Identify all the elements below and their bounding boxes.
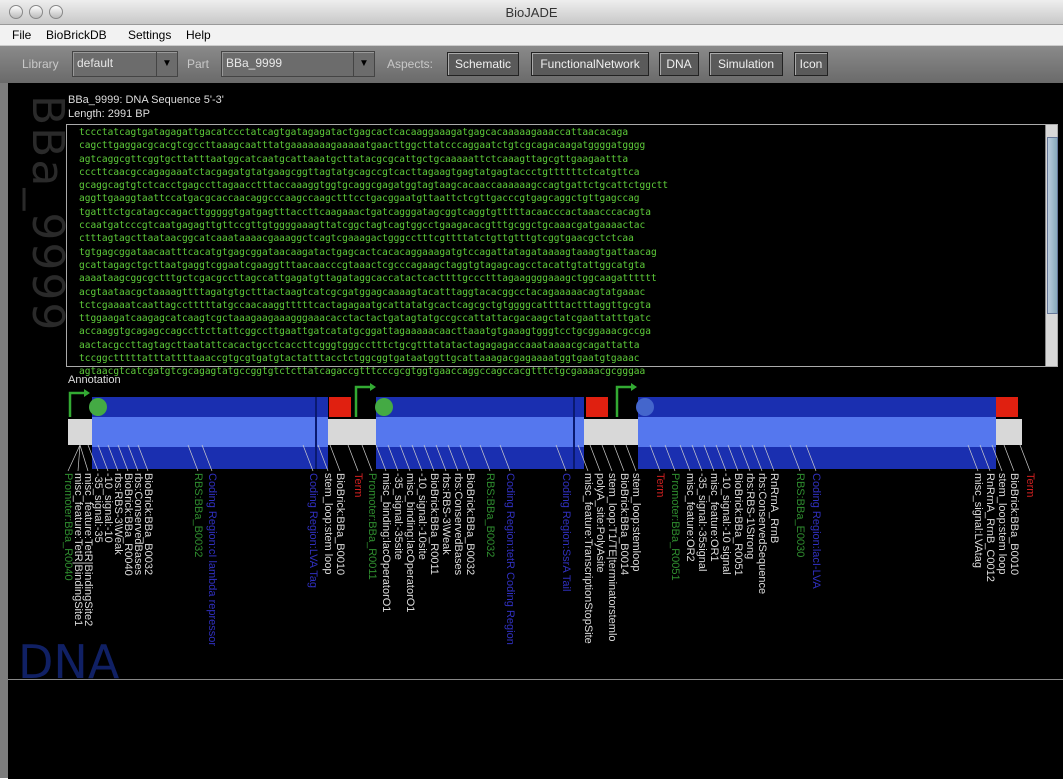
menu-biobrickdb[interactable]: BioBrickDB xyxy=(46,28,107,42)
dna-view: BBa_9999 DNA BBa_9999: DNA Sequence 5'-3… xyxy=(0,83,1063,779)
menu-file[interactable]: File xyxy=(12,28,31,42)
annotation-feature-label[interactable]: RBS:BBa_E0030 xyxy=(794,473,806,557)
annotation-feature-label[interactable]: Term xyxy=(654,473,666,497)
annotation-feature-label[interactable]: stem_loop:stem loop xyxy=(996,473,1008,575)
annotation-feature-label[interactable]: misc_feature:OR2 xyxy=(684,473,696,562)
annotation-feature-label[interactable]: Coding Region:cI lambda repressor xyxy=(206,473,218,646)
library-label: Library xyxy=(22,57,59,71)
annotation-feature-label[interactable]: BioBrick:BBa_B0032 xyxy=(142,473,154,575)
menu-help[interactable]: Help xyxy=(186,28,211,42)
annotation-feature-label[interactable]: stem_loop:stemloop xyxy=(630,473,642,571)
annotation-labels: Promoter:BBa_R0040 misc_feature:TetR|Bind… xyxy=(0,83,1063,683)
annotation-feature-label[interactable]: Promoter:BBa_R0051 xyxy=(669,473,681,581)
library-select[interactable]: default ▼ xyxy=(72,51,178,77)
annotation-feature-label[interactable]: misc_feature:TranscriptionStopSite xyxy=(582,473,594,644)
aspects-label: Aspects: xyxy=(387,57,434,71)
menu-settings[interactable]: Settings xyxy=(128,28,171,42)
annotation-feature-label[interactable]: Coding Region:tetR Coding Region xyxy=(504,473,516,645)
annotation-feature-label[interactable]: BioBrick:BBa_B0010 xyxy=(334,473,346,575)
annotation-feature-label[interactable]: misc_binding:lacOperatorO1 xyxy=(404,473,416,612)
annotation-feature-label[interactable]: BioBrick:BBa_B0032 xyxy=(464,473,476,575)
title-bar: BioJADE xyxy=(0,0,1063,25)
chevron-down-icon[interactable]: ▼ xyxy=(353,52,374,76)
aspect-simulation-button[interactable]: Simulation xyxy=(709,52,783,76)
annotation-feature-label[interactable]: misc_feature:OR1 xyxy=(708,473,720,562)
annotation-feature-label[interactable]: rbs:ConservedBases xyxy=(452,473,464,575)
annotation-feature-label[interactable]: misc_binding:lacOperatorO1 xyxy=(380,473,392,612)
annotation-feature-label[interactable]: BioBrick:BBa_B0014 xyxy=(618,473,630,575)
part-label: Part xyxy=(187,57,210,71)
chevron-down-icon[interactable]: ▼ xyxy=(156,52,177,76)
annotation-feature-label[interactable]: RnRrnA_RrnB xyxy=(768,473,780,543)
annotation-feature-label[interactable]: misc_signal:LVAtag xyxy=(972,473,984,568)
menu-bar: File BioBrickDB Settings Help xyxy=(0,25,1063,46)
annotation-feature-label[interactable]: BioBrick:BBa_R0051 xyxy=(732,473,744,576)
annotation-feature-label[interactable]: Coding Region:lacI-LVA xyxy=(810,473,822,589)
annotation-feature-label[interactable]: stem_loop:T1/TE|terminatorstemlo xyxy=(606,473,618,642)
aspect-functionalnetwork-button[interactable]: FunctionalNetwork xyxy=(531,52,649,76)
toolbar: Library default ▼ Part BBa_9999 ▼ Aspect… xyxy=(0,46,1063,83)
annotation-feature-label[interactable]: -10_signal:-10site xyxy=(416,473,428,560)
annotation-feature-label[interactable]: BioBrick:BBa_B0010 xyxy=(1008,473,1020,575)
annotation-feature-label[interactable]: Promoter:BBa_R0011 xyxy=(366,473,378,580)
bottom-panel xyxy=(8,679,1063,779)
window-title: BioJADE xyxy=(505,5,558,20)
annotation-feature-label[interactable]: -35_signal:-35signal xyxy=(696,473,708,571)
aspect-dna-button[interactable]: DNA xyxy=(659,52,699,76)
annotation-feature-label[interactable]: BioBrick:BBa_R0011 xyxy=(428,473,440,575)
annotation-feature-label[interactable]: stem_loop:stem loop xyxy=(322,473,334,575)
part-select[interactable]: BBa_9999 ▼ xyxy=(221,51,375,77)
annotation-feature-label[interactable]: RBS:BBa_B0032 xyxy=(484,473,496,557)
annotation-feature-label[interactable]: Coding Region:LVA Tag xyxy=(307,473,319,588)
aspect-icon-button[interactable]: Icon xyxy=(794,52,828,76)
annotation-feature-label[interactable]: Coding Region:SsrA Tail xyxy=(560,473,572,591)
annotation-feature-label[interactable]: -35_signal:-35site xyxy=(392,473,404,560)
annotation-feature-label[interactable]: rbs:RBS-3\Weak xyxy=(440,473,452,555)
annotation-feature-label[interactable]: polyA_site:PolyAsite xyxy=(594,473,606,573)
annotation-feature-label[interactable]: rbs:ConservedSequence xyxy=(756,473,768,594)
annotation-feature-label[interactable]: rbs:RBS-1\Strong xyxy=(744,473,756,559)
annotation-feature-label[interactable]: RnRrnA_RrnB_C0012 xyxy=(984,473,996,582)
annotation-feature-label[interactable]: -10_signal:-10 signal xyxy=(720,473,732,575)
annotation-feature-label[interactable]: RBS:BBa_B0032 xyxy=(192,473,204,557)
library-value: default xyxy=(77,56,114,70)
annotation-feature-label[interactable]: Term xyxy=(352,473,364,497)
annotation-feature-label[interactable]: Term xyxy=(1024,473,1036,497)
aspect-schematic-button[interactable]: Schematic xyxy=(447,52,519,76)
part-value: BBa_9999 xyxy=(226,56,283,70)
